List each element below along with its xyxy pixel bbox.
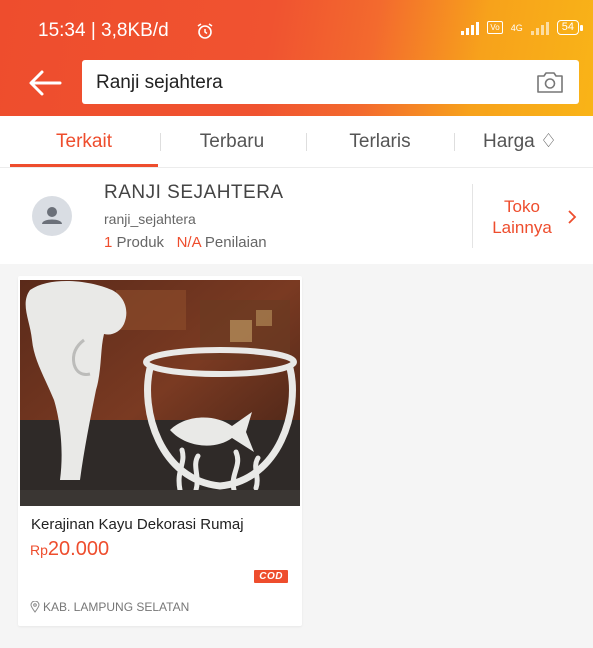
search-query: Ranji sejahtera (96, 72, 223, 93)
rating-label: Penilaian (204, 234, 267, 251)
more-shops-line1: Toko (504, 197, 540, 216)
tab-harga[interactable]: Harga ♢ (446, 116, 593, 168)
tab-terkait[interactable]: Terkait (10, 116, 158, 168)
arrow-left-icon (29, 70, 62, 96)
status-icons: Vo 4G 54 (461, 20, 584, 35)
sort-tabs: Terkait Terbaru Terlaris Harga ♢ (0, 116, 593, 168)
price-amount: 20.000 (47, 538, 110, 560)
search-input[interactable]: Ranji sejahtera (82, 60, 579, 104)
price-currency: Rp (30, 542, 48, 558)
active-tab-indicator (10, 164, 158, 167)
alarm-icon (197, 23, 213, 39)
location-text: KAB. LAMPUNG SELATAN (43, 600, 190, 614)
chevron-right-icon (568, 210, 577, 224)
product-count-label: Produk (116, 234, 165, 251)
product-card[interactable]: Kerajinan Kayu Dekorasi Rumaj Rp20.000 C… (18, 276, 302, 626)
user-icon (42, 207, 62, 224)
shop-name: RANJI SEJAHTERA (104, 182, 284, 203)
shop-username: ranji_sejahtera (104, 211, 196, 227)
tab-divider (306, 133, 307, 151)
camera-icon[interactable] (535, 69, 565, 95)
product-price: Rp20.000 (30, 538, 109, 561)
cod-badge: COD (254, 570, 288, 583)
shop-stats: 1 Produk N/A Penilaian (104, 234, 267, 251)
signal-icon-2 (530, 21, 549, 35)
shop-result[interactable]: RANJI SEJAHTERA ranji_sejahtera 1 Produk… (0, 168, 593, 264)
app-header: 15:34 | 3,8KB/d Vo 4G 54 Ranji sejahtera (0, 0, 593, 116)
tab-divider (160, 133, 161, 151)
shop-rating: N/A (176, 234, 201, 251)
shop-divider (472, 184, 473, 248)
volte-icon: Vo (487, 21, 503, 34)
status-bar: 15:34 | 3,8KB/d Vo 4G 54 (0, 0, 593, 56)
network-type: 4G (510, 22, 523, 33)
shop-avatar (32, 196, 72, 236)
product-image (20, 280, 300, 506)
tab-divider (454, 133, 455, 151)
product-photo (20, 280, 300, 506)
tab-terlaris[interactable]: Terlaris (306, 116, 454, 168)
product-location: KAB. LAMPUNG SELATAN (30, 600, 189, 614)
status-time: 15:34 | 3,8KB/d (38, 20, 169, 41)
more-shops-label: Toko Lainnya (486, 196, 558, 238)
tab-terbaru[interactable]: Terbaru (158, 116, 306, 168)
product-count: 1 (104, 234, 113, 251)
signal-icon (461, 21, 480, 35)
product-title: Kerajinan Kayu Dekorasi Rumaj (31, 516, 244, 533)
more-shops-button[interactable]: Toko Lainnya (482, 196, 578, 240)
battery-icon: 54 (556, 20, 584, 35)
back-button[interactable] (26, 66, 66, 100)
more-shops-line2: Lainnya (492, 218, 552, 237)
location-pin-icon (30, 601, 40, 613)
